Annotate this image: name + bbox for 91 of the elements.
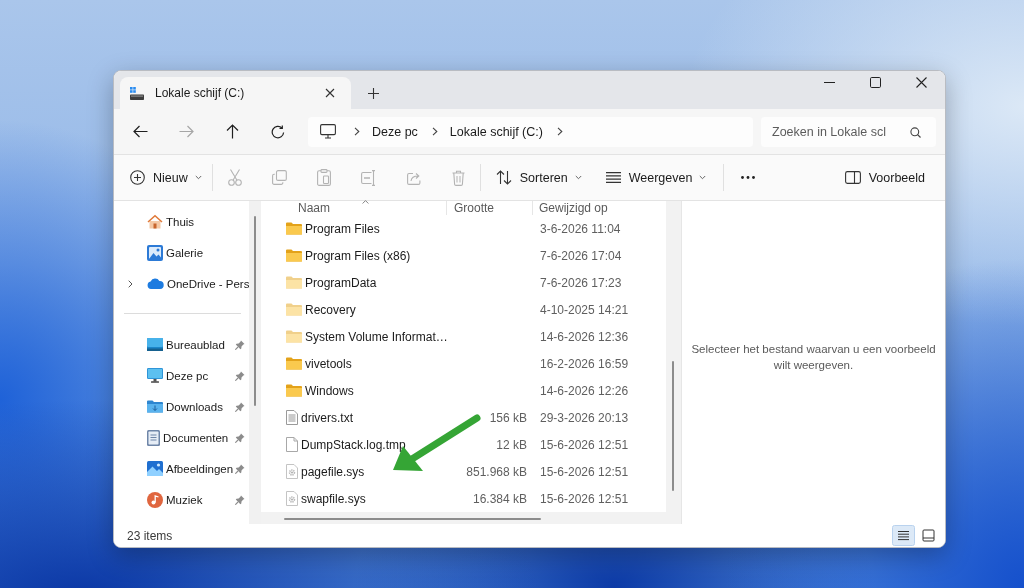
gallery-icon (147, 244, 163, 261)
chevron-down-icon (194, 175, 202, 180)
sidebar-item[interactable]: Thuis (114, 206, 249, 237)
close-icon[interactable] (916, 77, 927, 88)
file-name[interactable]: Windows (305, 383, 354, 398)
modified-date: 14-6-2026 12:26 (540, 383, 629, 398)
chevron-icon[interactable] (128, 279, 133, 288)
close-icon[interactable] (325, 88, 335, 98)
preview-message: Selecteer het bestand waarvan u een voorbeeld wilt weergeven. (690, 341, 937, 373)
back-arrow-icon[interactable] (133, 125, 148, 138)
file-name[interactable]: Recovery (305, 302, 356, 317)
list-lines-icon (605, 172, 621, 183)
modified-date: 15-6-2026 12:51 (540, 464, 629, 479)
file-name[interactable]: swapfile.sys (301, 491, 366, 506)
chevron-icon[interactable] (556, 127, 563, 136)
sidebar-item[interactable]: Bureaublad (114, 329, 249, 360)
search-icon[interactable] (910, 126, 921, 138)
folder-icon (147, 400, 163, 413)
scrollbar-thumb[interactable] (254, 216, 256, 406)
chevron-down-icon (574, 175, 582, 180)
view-button[interactable]: Weergeven (599, 161, 713, 194)
column-header[interactable]: Grootte (447, 201, 533, 215)
scrollbar-thumb[interactable] (284, 518, 541, 520)
sidebar-item[interactable]: Muziek (114, 484, 249, 515)
modified-date: 14-6-2026 12:36 (540, 329, 629, 344)
details-view-icon[interactable] (892, 525, 915, 546)
sidebar-item[interactable]: Deze pc (114, 360, 249, 391)
desktop-icon (147, 338, 163, 351)
sidebar-item[interactable]: OneDrive - Pers (114, 268, 249, 299)
file-name[interactable]: Program Files (x86) (305, 248, 411, 263)
scrollbar-thumb[interactable] (672, 361, 674, 491)
picture-icon (147, 461, 163, 476)
modified-date: 29-3-2026 20:13 (540, 410, 629, 425)
document-icon (147, 429, 160, 446)
pin-icon[interactable] (235, 401, 245, 412)
column-header[interactable]: Naam (261, 201, 447, 215)
more-icon[interactable] (741, 176, 756, 179)
chevron-icon[interactable] (354, 127, 360, 136)
file-name[interactable]: ProgramData (305, 275, 377, 290)
new-tab-icon[interactable] (368, 87, 379, 99)
modified-date: 4-10-2025 14:21 (540, 302, 629, 317)
file-name[interactable]: DumpStack.log.tmp (301, 437, 406, 452)
sidebar-item[interactable]: Downloads (114, 391, 249, 422)
chevron-down-icon (699, 175, 707, 180)
music-icon (147, 491, 163, 508)
file-size: 12 kB (496, 437, 527, 452)
file-name[interactable]: pagefile.sys (301, 464, 365, 479)
maximize-icon[interactable] (870, 77, 881, 88)
sidebar-item[interactable]: Documenten (114, 422, 249, 453)
preview-button[interactable]: Voorbeeld (838, 161, 931, 194)
file-name[interactable]: Program Files (305, 221, 380, 236)
pin-icon[interactable] (235, 339, 245, 350)
file-size: 156 kB (489, 410, 527, 425)
pin-icon[interactable] (235, 494, 245, 505)
pin-icon[interactable] (235, 463, 245, 474)
modified-date: 7-6-2026 17:23 (540, 275, 622, 290)
column-header[interactable]: Gewijzigd op (533, 201, 666, 215)
search-field[interactable]: Zoeken in Lokale scl (761, 116, 936, 147)
sort-icon (495, 170, 512, 185)
file-name[interactable]: System Volume Informat… (305, 329, 448, 344)
sidebar-item[interactable]: Galerie (114, 237, 249, 268)
modified-date: 3-6-2026 11:04 (540, 221, 621, 236)
modified-date: 15-6-2026 12:51 (540, 491, 629, 506)
file-name[interactable]: drivers.txt (301, 410, 353, 425)
file-name[interactable]: vivetools (305, 356, 352, 371)
refresh-icon[interactable] (271, 124, 285, 139)
modified-date: 15-6-2026 12:51 (540, 437, 629, 452)
breadcrumb-item[interactable]: Lokale schijf (C:) (449, 124, 543, 139)
pin-icon[interactable] (235, 432, 245, 443)
plus-circle-icon (130, 170, 145, 185)
new-button[interactable]: Nieuw (124, 161, 208, 194)
pin-icon[interactable] (235, 370, 245, 381)
monitor-icon (320, 124, 336, 139)
sort-button[interactable]: Sorteren (489, 161, 588, 194)
modified-date: 16-2-2026 16:59 (540, 356, 629, 371)
address-bar[interactable]: Deze pc Lokale schijf (C:) (308, 116, 753, 147)
up-arrow-icon[interactable] (226, 124, 239, 139)
preview-pane-icon (844, 171, 861, 184)
monitor-icon (147, 368, 163, 383)
sort-caret-icon (361, 200, 369, 204)
item-count: 23 items (127, 528, 173, 543)
chevron-icon[interactable] (431, 127, 438, 136)
breadcrumb-item[interactable]: Deze pc (372, 124, 418, 139)
file-size: 851.968 kB (466, 464, 527, 479)
cloud-icon (147, 278, 164, 289)
sidebar-item[interactable]: Afbeeldingen (114, 453, 249, 484)
drive-icon (130, 86, 144, 100)
modified-date: 7-6-2026 17:04 (540, 248, 622, 263)
file-size: 16.384 kB (472, 491, 527, 506)
tab[interactable]: Lokale schijf (C:) (120, 77, 351, 109)
home-icon (147, 214, 163, 229)
